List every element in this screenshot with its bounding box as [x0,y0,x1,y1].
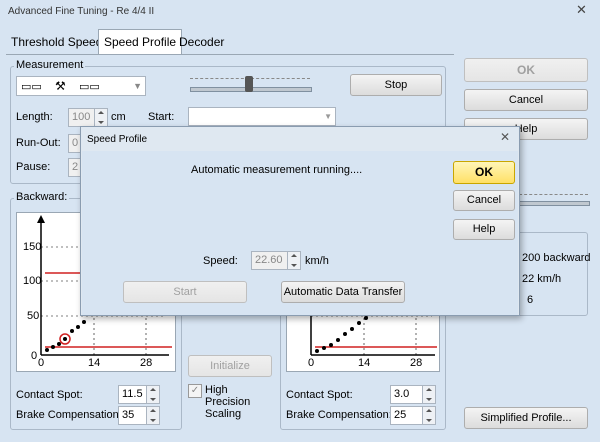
dialog-title: Speed Profile [87,134,148,145]
dialog-help-button[interactable]: Help [453,219,515,240]
track-end-icon: ▭▭ [79,81,100,93]
simplified-profile-button[interactable]: Simplified Profile... [464,407,588,429]
length-field[interactable]: 100 [68,108,108,127]
tools-icon: ⚒ [55,79,66,93]
x-tick-14: 14 [88,357,101,369]
contact-spot-label: Contact Spot: [16,389,83,401]
close-icon[interactable]: ✕ [576,2,587,18]
x-tick-0: 0 [308,357,315,369]
brake-comp-label: Brake Compensation: [16,409,122,421]
length-unit: cm [111,111,126,123]
initialize-button[interactable]: Initialize [188,355,272,377]
brake-comp-field[interactable]: 25 [390,406,436,425]
ok-button[interactable]: OK [464,58,588,82]
track-icon-select[interactable]: ▭▭ ⚒ ▭▭ ▼ [16,76,146,96]
speed-unit: km/h [305,255,329,267]
track-icon: ▭▭ [21,81,42,93]
cancel-button[interactable]: Cancel [464,89,588,111]
right-slider[interactable] [514,192,590,210]
start-label: Start: [148,111,175,123]
high-precision-label-1: High [205,384,228,396]
x-tick-28: 28 [140,357,153,369]
y-tick-150: 150 [23,241,42,253]
tab-threshold-speed[interactable]: Threshold Speed [6,30,107,54]
speed-label: Speed: [203,255,238,267]
slider-thumb[interactable] [245,76,253,92]
tab-speed-profile[interactable]: Speed Profile [98,29,183,55]
length-label: Length: [16,111,53,123]
dialog-close-icon[interactable]: ✕ [500,130,510,144]
contact-spot-label: Contact Spot: [286,389,353,401]
pause-label: Pause: [16,161,51,173]
measurement-group-label: Measurement [14,59,86,71]
backward-label: Backward: [14,191,70,203]
x-tick-0: 0 [38,357,45,369]
high-precision-label-2: Precision [205,396,251,408]
window-title: Advanced Fine Tuning - Re 4/4 II [8,6,155,17]
start-button[interactable]: Start [123,281,247,303]
contact-spot-field[interactable]: 11.5 [118,385,160,404]
speed-slider[interactable] [190,72,312,96]
start-select[interactable]: ▼ [188,107,336,126]
high-precision-label-3: Scaling [205,408,242,420]
y-tick-0: 0 [31,350,38,362]
y-tick-50: 50 [27,310,40,322]
dialog-message: Automatic measurement running.... [191,164,363,176]
x-tick-28: 28 [410,357,423,369]
dialog-ok-button[interactable]: OK [453,161,515,184]
high-precision-checkbox[interactable]: ✓ [188,384,202,398]
x-tick-14: 14 [358,357,371,369]
speed-profile-dialog: Speed Profile ✕ Automatic measurement ru… [80,126,520,316]
tab-decoder[interactable]: Decoder [174,30,229,54]
dialog-cancel-button[interactable]: Cancel [453,190,515,211]
brake-comp-field[interactable]: 35 [118,406,160,425]
speed-field[interactable]: 22.60 [251,251,301,270]
info-line-3: 6 [527,294,534,306]
contact-spot-field[interactable]: 3.0 [390,385,436,404]
info-line-2: 22 km/h [522,273,562,285]
chevron-down-icon: ▼ [133,81,142,91]
stop-button[interactable]: Stop [350,74,442,96]
chevron-down-icon: ▼ [324,112,332,121]
info-line-1: 200 backward [522,252,591,264]
runout-label: Run-Out: [16,137,61,149]
brake-comp-label: Brake Compensation: [286,409,392,421]
y-tick-100: 100 [23,275,42,287]
automatic-data-transfer-button[interactable]: Automatic Data Transfer [281,281,405,303]
